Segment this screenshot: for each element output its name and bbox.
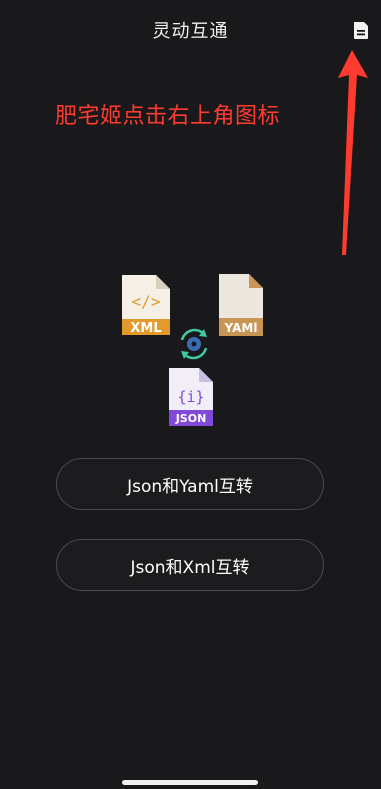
xml-file-icon: </> XML [122,275,170,336]
svg-text:YAMl: YAMl [224,321,258,335]
svg-text:</>: </> [132,292,161,311]
json-yaml-convert-label: Json和Yaml互转 [127,476,253,497]
json-file-icon: {i} JSON [169,368,213,426]
home-indicator [122,780,258,785]
svg-text:{i}: {i} [177,388,204,406]
page-title: 灵动互通 [152,21,229,42]
yaml-file-icon: YAMl [219,274,263,336]
json-xml-convert-label: Json和Xml互转 [130,557,250,578]
annotation-text: 肥宅姬点击右上角图标 [55,104,281,129]
svg-text:JSON: JSON [175,412,207,425]
json-yaml-convert-button[interactable]: Json和Yaml互转 [56,458,324,510]
sync-gear-icon [180,328,208,360]
svg-text:XML: XML [130,321,161,336]
json-xml-convert-button[interactable]: Json和Xml互转 [56,539,324,591]
document-button[interactable] [350,19,372,41]
red-arrow-annotation [338,50,368,255]
document-icon [354,21,368,39]
